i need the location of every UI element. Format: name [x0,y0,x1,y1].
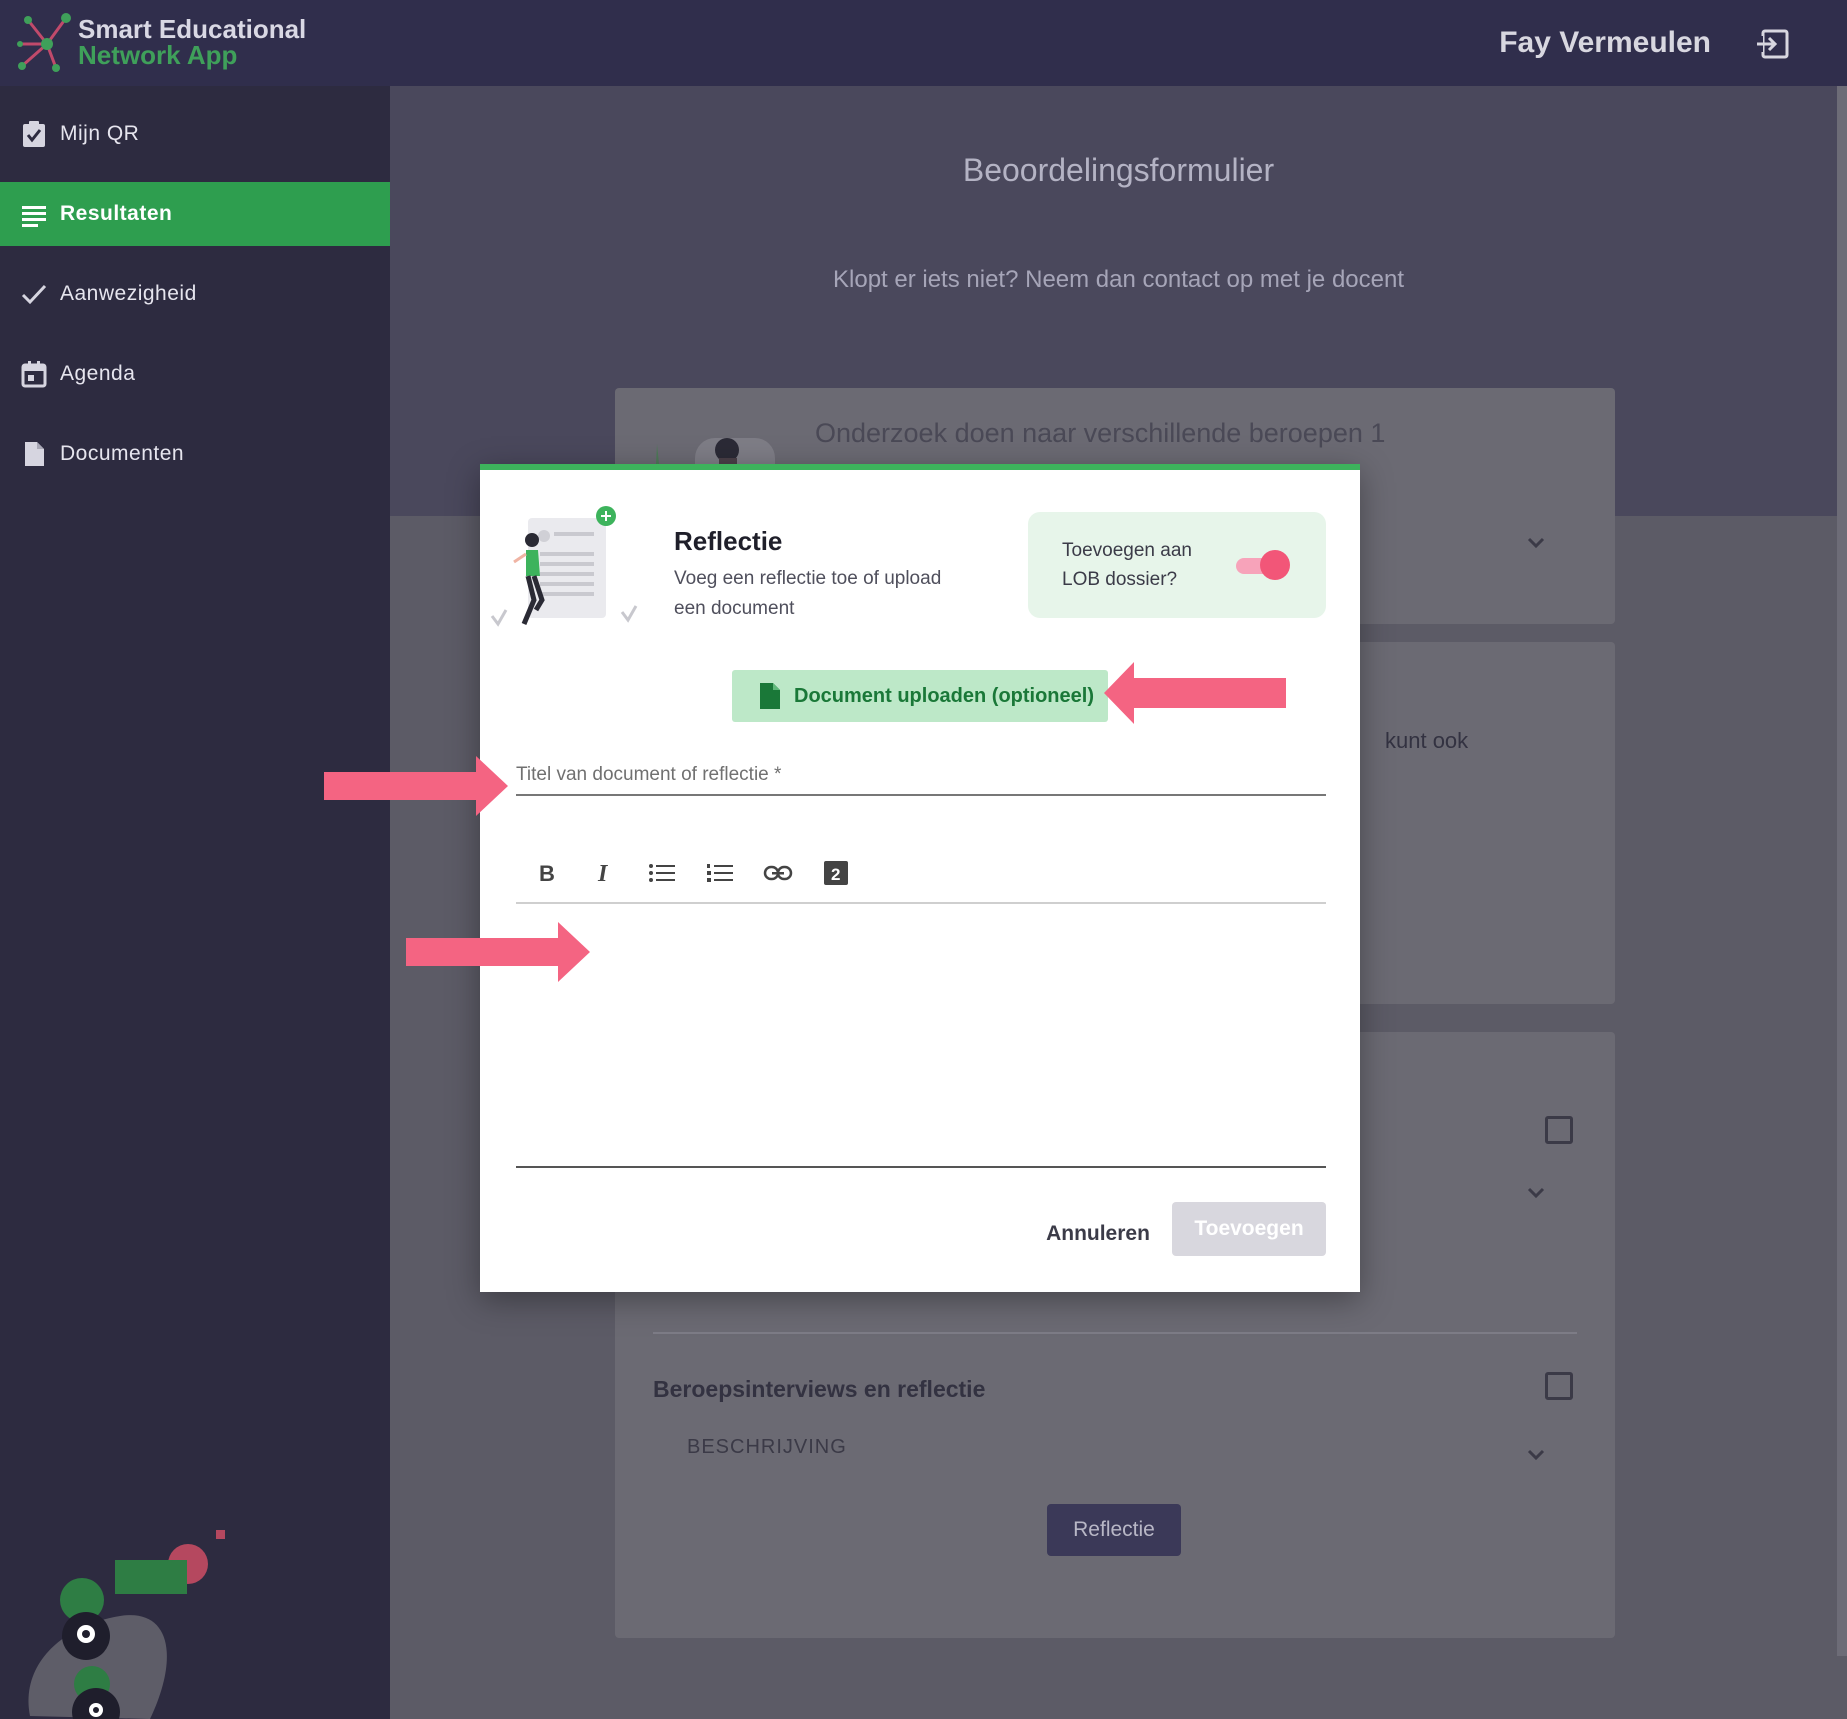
logout-icon[interactable] [1755,26,1791,62]
task-checkbox[interactable] [1545,1116,1573,1144]
mascot-illustration [28,1530,225,1719]
title-input[interactable] [516,756,1326,794]
chevron-down-icon[interactable] [1525,1444,1547,1466]
sidebar-item-label: Documenten [60,442,185,465]
dialog-title: Reflectie [674,526,783,556]
network-logo-icon [17,13,71,72]
page-title: Beoordelingsformulier [962,152,1275,188]
document-icon [25,442,44,466]
top-bar: Smart Educational Network App Fay Vermeu… [0,0,1847,86]
link-icon[interactable] [762,857,794,889]
sidebar-item-mijn-qr[interactable]: Mijn QR [0,102,390,166]
user-name[interactable]: Fay Vermeulen [1499,26,1711,60]
file-icon [760,683,780,709]
rich-text-editor[interactable] [516,904,1326,1168]
page-subtitle: Klopt er iets niet? Neem dan contact op … [833,266,1404,293]
bullet-list-icon[interactable] [646,857,678,889]
editor-toolbar: B I 2 [516,844,1326,904]
reflection-illustration [490,506,638,627]
brand-name: Smart Educational Network App [78,16,306,68]
dialog-subtitle: Voeg een reflectie toe of upload een doc… [674,568,942,619]
description-label[interactable]: BESCHRIJVING [687,1436,847,1459]
lob-toggle-panel: Toevoegen aan LOB dossier? [1028,512,1326,618]
card-partial-text: kunt ook [1385,728,1469,753]
chevron-down-icon[interactable] [1525,1182,1547,1204]
check-icon [21,284,47,305]
document-upload-button[interactable]: Document uploaden (optioneel) [732,670,1108,722]
svg-text:B: B [539,861,555,885]
heading-icon[interactable]: 2 [820,857,852,889]
reflectie-button[interactable]: Reflectie [1047,1504,1181,1556]
calendar-icon [21,361,47,388]
annotation-arrow-editor [406,922,590,982]
sidebar-item-resultaten[interactable]: Resultaten [0,182,390,246]
lob-label: Toevoegen aan LOB dossier? [1062,540,1192,590]
clipboard-check-icon [23,121,45,147]
annotation-arrow-title [324,756,508,816]
sidebar-item-documenten[interactable]: Documenten [0,422,390,486]
bold-icon[interactable]: B [530,857,562,889]
italic-icon[interactable]: I [588,857,620,889]
title-field[interactable] [516,756,1326,796]
chevron-down-icon[interactable] [1525,532,1547,554]
card-title: Onderzoek doen naar verschillende beroep… [815,418,1386,448]
section-checkbox[interactable] [1545,1372,1573,1400]
scrollbar[interactable] [1837,86,1847,1656]
toggle-thumb [1260,550,1290,580]
divider [653,1332,1577,1334]
section-title: Beroepsinterviews en reflectie [653,1376,986,1402]
svg-text:I: I [597,861,609,885]
annotation-arrow-upload [1104,662,1286,724]
brand-line1: Smart Educational [78,14,307,44]
sidebar-item-label: Agenda [60,362,136,385]
cancel-button[interactable]: Annuleren [1040,1208,1156,1260]
sidebar-item-agenda[interactable]: Agenda [0,342,390,406]
list-icon [22,206,46,227]
reflectie-dialog: Reflectie Voeg een reflectie toe of uplo… [480,464,1360,1292]
sidebar-item-label: Mijn QR [60,122,140,145]
sidebar-item-aanwezigheid[interactable]: Aanwezigheid [0,262,390,326]
sidebar: Mijn QR Resultaten Aanwezigheid Agenda D… [0,86,390,1719]
lob-toggle[interactable] [1236,550,1290,580]
submit-button[interactable]: Toevoegen [1172,1202,1326,1256]
sidebar-item-label: Aanwezigheid [60,282,197,305]
brand-line2: Network App [78,40,238,70]
numbered-list-icon[interactable] [704,857,736,889]
upload-label: Document uploaden (optioneel) [794,684,1094,707]
svg-text:2: 2 [831,865,840,884]
sidebar-item-label: Resultaten [60,202,173,225]
